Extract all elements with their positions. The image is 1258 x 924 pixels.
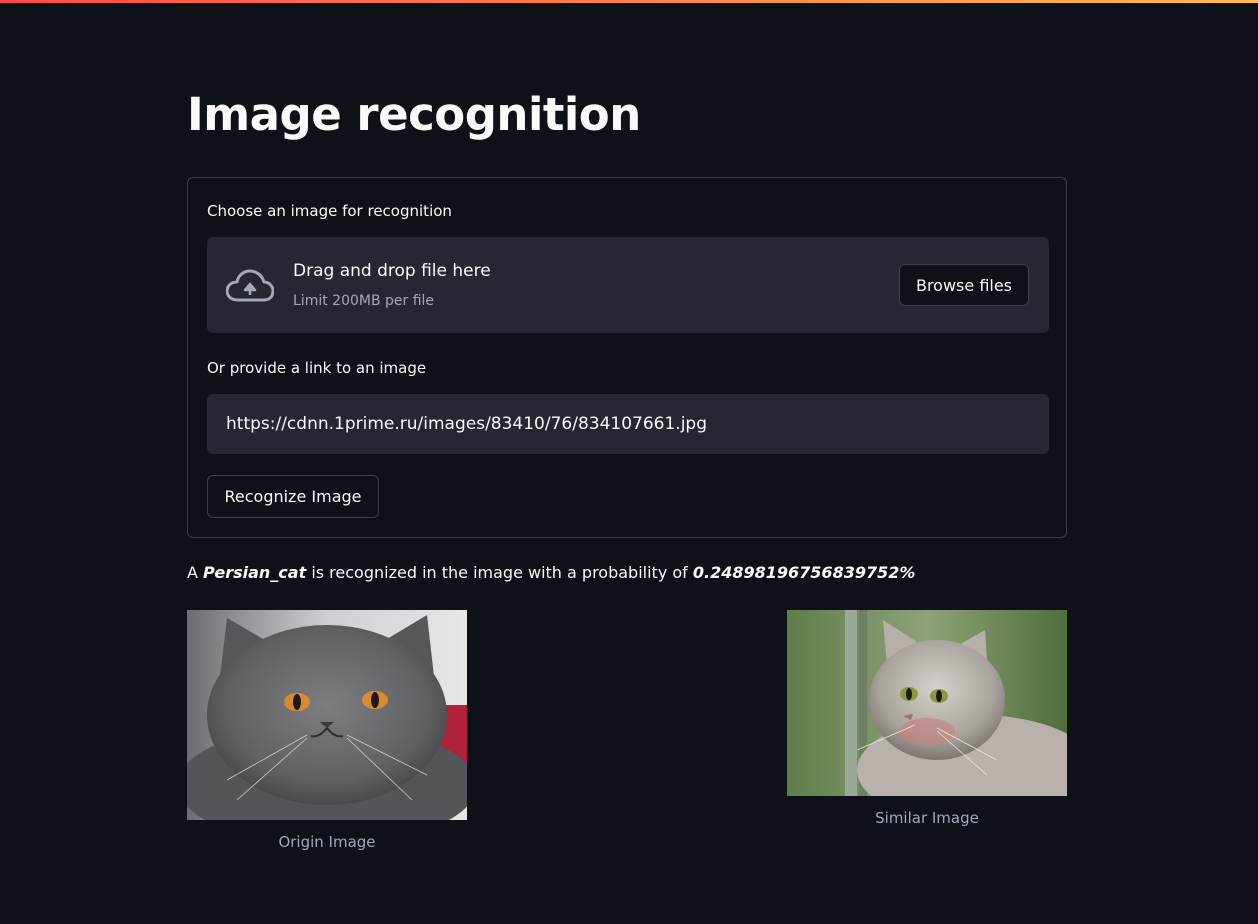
result-probability: 0.24898196756839752% [692, 563, 916, 582]
recognize-image-button[interactable]: Recognize Image [207, 475, 379, 518]
browse-files-button[interactable]: Browse files [899, 264, 1029, 306]
dropzone-title: Drag and drop file here [293, 261, 491, 281]
link-input-label: Or provide a link to an image [207, 359, 427, 377]
origin-image [187, 610, 467, 820]
similar-image [787, 610, 1067, 796]
recognition-form: Choose an image for recognition Drag and… [187, 177, 1067, 538]
recognition-result: A Persian_cat is recognized in the image… [187, 563, 915, 582]
page-title: Image recognition [187, 88, 641, 141]
file-dropzone[interactable]: Drag and drop file here Limit 200MB per … [207, 237, 1049, 333]
result-middle-text: is recognized in the image with a probab… [311, 563, 688, 582]
dropzone-limit: Limit 200MB per file [293, 293, 435, 309]
uploader-label: Choose an image for recognition [207, 202, 452, 220]
similar-image-caption: Similar Image [875, 809, 979, 827]
result-prefix: A [187, 563, 198, 582]
image-url-input[interactable] [207, 394, 1049, 454]
result-class-name: Persian_cat [203, 563, 307, 582]
top-decoration-bar [0, 0, 1258, 3]
cloud-upload-icon [226, 269, 274, 302]
origin-image-caption: Origin Image [278, 833, 376, 851]
